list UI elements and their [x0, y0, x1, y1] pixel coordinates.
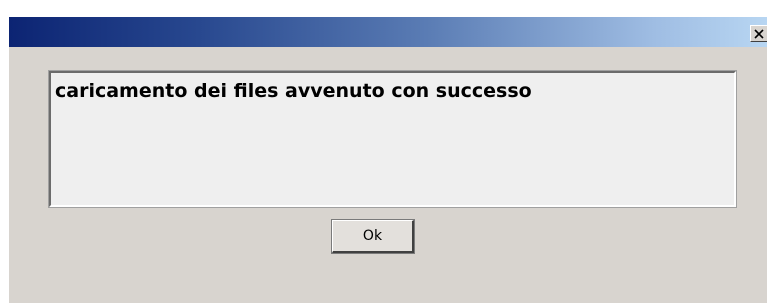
title-bar[interactable] — [9, 17, 767, 47]
message-area: caricamento dei files avvenuto con succe… — [48, 70, 737, 208]
close-icon — [754, 29, 764, 39]
message-text: caricamento dei files avvenuto con succe… — [55, 80, 532, 102]
message-dialog: caricamento dei files avvenuto con succe… — [8, 16, 767, 303]
ok-button[interactable]: Ok — [331, 219, 415, 254]
close-button[interactable] — [750, 25, 767, 42]
